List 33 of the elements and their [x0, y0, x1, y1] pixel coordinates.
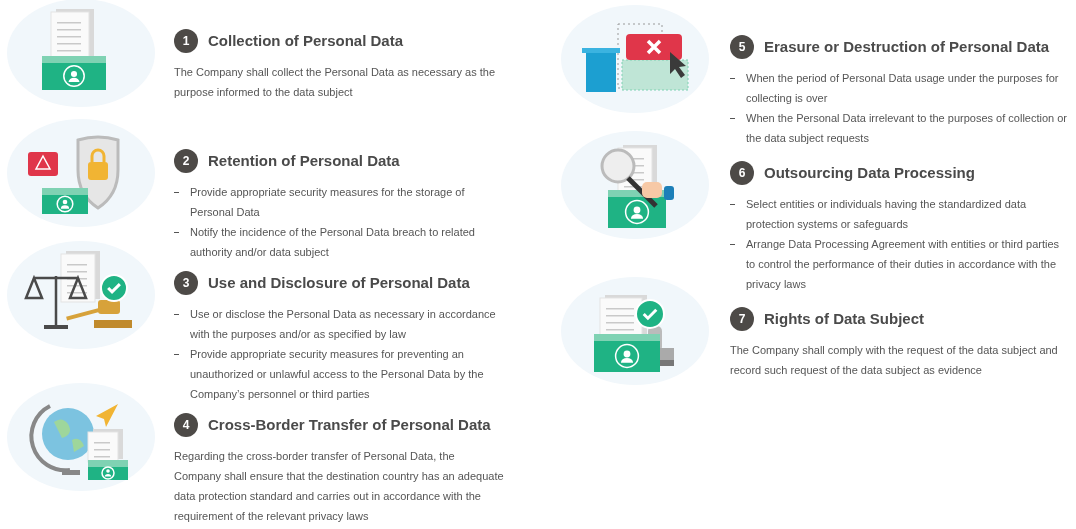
bullet-dash-icon	[174, 232, 179, 233]
section-title: Erasure or Destruction of Personal Data	[764, 36, 1050, 57]
bullet-text: Provide appropriate security measures for preventing an unauthorized or unlawful access to the Personal Data by the Company’s personnel or third parties	[190, 347, 485, 402]
step-number-badge: 6	[730, 161, 754, 185]
step-number-badge: 3	[174, 271, 198, 295]
section-description: The Company shall comply with the request of the data subject and record such request of the data subject as evidence	[730, 343, 1059, 378]
step-number-badge: 7	[730, 307, 754, 331]
bullet-text: When the period of Personal Data usage under the purposes for collecting is over	[746, 71, 1060, 106]
section-description: Regarding the cross-border transfer of Personal Data, the Company shall ensure that the destination country has an adequate data protection standard and carries out in accordance with the requirement of the relevant privacy laws	[174, 449, 504, 524]
bullet-text: Use or disclose the Personal Data as necessary in accordance with the purposes and/or as specified by law	[190, 307, 497, 342]
section-title: Retention of Personal Data	[208, 150, 400, 171]
bullet-dash-icon	[174, 314, 179, 315]
section-title: Use and Disclosure of Personal Data	[208, 272, 470, 293]
section-title: Rights of Data Subject	[764, 308, 924, 329]
section-title: Cross-Border Transfer of Personal Data	[208, 414, 491, 435]
bullet-text: When the Personal Data irrelevant to the purposes of collection or the data subject requests	[746, 111, 1068, 146]
bullet-dash-icon	[730, 204, 735, 205]
bullet-dash-icon	[730, 244, 735, 245]
bullet-dash-icon	[174, 354, 179, 355]
bullet-text: Select entities or individuals having the standardized data protection systems or safeguards	[746, 197, 1028, 232]
step-number-badge: 4	[174, 413, 198, 437]
bullet-text: Provide appropriate security measures for the storage of Personal Data	[190, 185, 466, 220]
bullet-dash-icon	[730, 78, 735, 79]
bullet-dash-icon	[730, 118, 735, 119]
section-title: Outsourcing Data Processing	[764, 162, 975, 183]
step-number-badge: 5	[730, 35, 754, 59]
bullet-text: Arrange Data Processing Agreement with entities or third parties to control the performance of their duties in accordance with the privacy laws	[746, 237, 1061, 292]
bullet-dash-icon	[174, 192, 179, 193]
step-number-badge: 1	[174, 29, 198, 53]
bullet-text: Notify the incidence of the Personal Data breach to related authority and/or data subject	[190, 225, 476, 260]
step-number-badge: 2	[174, 149, 198, 173]
section-description: The Company shall collect the Personal Data as necessary as the purpose informed to the data subject	[174, 65, 496, 100]
section-title: Collection of Personal Data	[208, 30, 404, 51]
